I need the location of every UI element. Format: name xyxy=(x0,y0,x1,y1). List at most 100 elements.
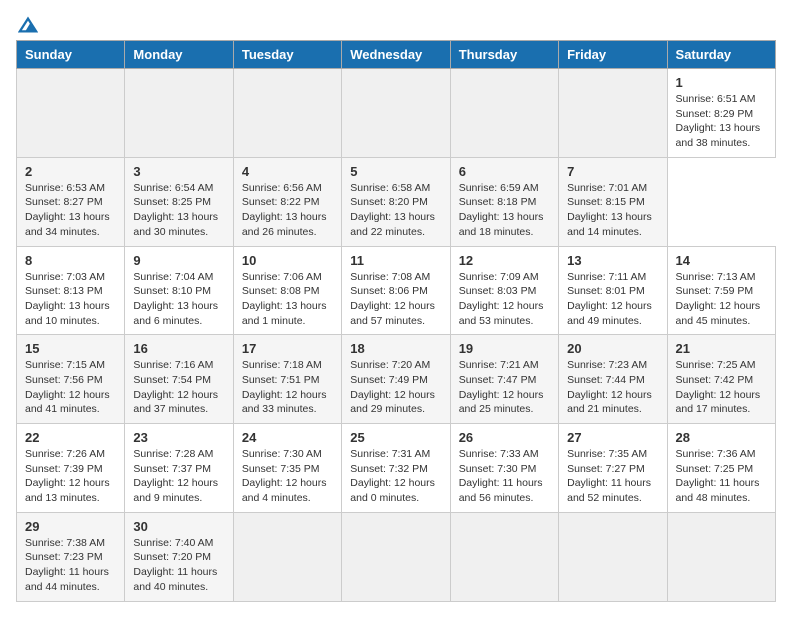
day-info: Sunrise: 7:36 AMSunset: 7:25 PMDaylight:… xyxy=(676,447,767,506)
day-number: 19 xyxy=(459,341,550,356)
calendar-cell xyxy=(233,69,341,158)
day-number: 9 xyxy=(133,253,224,268)
calendar-cell: 14 Sunrise: 7:13 AMSunset: 7:59 PMDayligh… xyxy=(667,246,775,335)
calendar-cell: 22 Sunrise: 7:26 AMSunset: 7:39 PMDayligh… xyxy=(17,424,125,513)
day-info: Sunrise: 7:13 AMSunset: 7:59 PMDaylight:… xyxy=(676,270,767,329)
day-info: Sunrise: 6:59 AMSunset: 8:18 PMDaylight:… xyxy=(459,181,550,240)
calendar-cell: 18 Sunrise: 7:20 AMSunset: 7:49 PMDayligh… xyxy=(342,335,450,424)
calendar-week-row: 2Sunrise: 6:53 AMSunset: 8:27 PMDaylight… xyxy=(17,157,776,246)
day-number: 20 xyxy=(567,341,658,356)
calendar-cell: 23Sunrise: 7:28 AMSunset: 7:37 PMDayligh… xyxy=(125,424,233,513)
calendar-cell: 6Sunrise: 6:59 AMSunset: 8:18 PMDaylight… xyxy=(450,157,558,246)
calendar-cell: 12 Sunrise: 7:09 AMSunset: 8:03 PMDayligh… xyxy=(450,246,558,335)
calendar-cell: 8 Sunrise: 7:03 AMSunset: 8:13 PMDaylight… xyxy=(17,246,125,335)
day-number: 8 xyxy=(25,253,116,268)
calendar-cell: 11 Sunrise: 7:08 AMSunset: 8:06 PMDayligh… xyxy=(342,246,450,335)
calendar-cell xyxy=(342,69,450,158)
calendar-cell xyxy=(125,69,233,158)
calendar-cell: 5Sunrise: 6:58 AMSunset: 8:20 PMDaylight… xyxy=(342,157,450,246)
calendar-cell: 10 Sunrise: 7:06 AMSunset: 8:08 PMDayligh… xyxy=(233,246,341,335)
calendar-cell xyxy=(559,69,667,158)
day-number: 18 xyxy=(350,341,441,356)
calendar-header-tuesday: Tuesday xyxy=(233,41,341,69)
day-number: 28 xyxy=(676,430,767,445)
calendar-week-row: 22 Sunrise: 7:26 AMSunset: 7:39 PMDayligh… xyxy=(17,424,776,513)
calendar-cell xyxy=(667,512,775,601)
day-number: 15 xyxy=(25,341,116,356)
calendar-cell xyxy=(233,512,341,601)
day-info: Sunrise: 7:21 AMSunset: 7:47 PMDaylight:… xyxy=(459,358,550,417)
calendar-cell: 7 Sunrise: 7:01 AMSunset: 8:15 PMDaylight… xyxy=(559,157,667,246)
calendar-cell: 4 Sunrise: 6:56 AMSunset: 8:22 PMDaylight… xyxy=(233,157,341,246)
calendar-cell: 20Sunrise: 7:23 AMSunset: 7:44 PMDayligh… xyxy=(559,335,667,424)
day-info: Sunrise: 7:28 AMSunset: 7:37 PMDaylight:… xyxy=(133,447,224,506)
day-info: Sunrise: 7:09 AMSunset: 8:03 PMDaylight:… xyxy=(459,270,550,329)
day-number: 12 xyxy=(459,253,550,268)
day-number: 22 xyxy=(25,430,116,445)
day-info: Sunrise: 7:33 AMSunset: 7:30 PMDaylight:… xyxy=(459,447,550,506)
calendar-table: SundayMondayTuesdayWednesdayThursdayFrid… xyxy=(16,40,776,602)
calendar-cell: 13 Sunrise: 7:11 AMSunset: 8:01 PMDayligh… xyxy=(559,246,667,335)
day-number: 7 xyxy=(567,164,658,179)
day-number: 30 xyxy=(133,519,224,534)
day-number: 24 xyxy=(242,430,333,445)
header xyxy=(16,16,776,32)
day-info: Sunrise: 6:56 AMSunset: 8:22 PMDaylight:… xyxy=(242,181,333,240)
day-number: 26 xyxy=(459,430,550,445)
calendar-cell: 19 Sunrise: 7:21 AMSunset: 7:47 PMDayligh… xyxy=(450,335,558,424)
day-number: 29 xyxy=(25,519,116,534)
calendar-cell: 9 Sunrise: 7:04 AMSunset: 8:10 PMDaylight… xyxy=(125,246,233,335)
calendar-cell xyxy=(342,512,450,601)
day-info: Sunrise: 6:54 AMSunset: 8:25 PMDaylight:… xyxy=(133,181,224,240)
day-number: 21 xyxy=(676,341,767,356)
day-number: 25 xyxy=(350,430,441,445)
calendar-cell: 15Sunrise: 7:15 AMSunset: 7:56 PMDayligh… xyxy=(17,335,125,424)
calendar-cell: 17 Sunrise: 7:18 AMSunset: 7:51 PMDayligh… xyxy=(233,335,341,424)
day-info: Sunrise: 6:53 AMSunset: 8:27 PMDaylight:… xyxy=(25,181,116,240)
calendar-week-row: 8 Sunrise: 7:03 AMSunset: 8:13 PMDaylight… xyxy=(17,246,776,335)
calendar-cell xyxy=(450,512,558,601)
day-info: Sunrise: 7:31 AMSunset: 7:32 PMDaylight:… xyxy=(350,447,441,506)
day-info: Sunrise: 7:04 AMSunset: 8:10 PMDaylight:… xyxy=(133,270,224,329)
day-info: Sunrise: 7:38 AMSunset: 7:23 PMDaylight:… xyxy=(25,536,116,595)
calendar-cell: 21Sunrise: 7:25 AMSunset: 7:42 PMDayligh… xyxy=(667,335,775,424)
calendar-header-wednesday: Wednesday xyxy=(342,41,450,69)
day-info: Sunrise: 7:03 AMSunset: 8:13 PMDaylight:… xyxy=(25,270,116,329)
day-number: 16 xyxy=(133,341,224,356)
day-info: Sunrise: 7:35 AMSunset: 7:27 PMDaylight:… xyxy=(567,447,658,506)
day-number: 14 xyxy=(676,253,767,268)
calendar-header-friday: Friday xyxy=(559,41,667,69)
calendar-header-monday: Monday xyxy=(125,41,233,69)
day-info: Sunrise: 7:18 AMSunset: 7:51 PMDaylight:… xyxy=(242,358,333,417)
calendar-header-row: SundayMondayTuesdayWednesdayThursdayFrid… xyxy=(17,41,776,69)
calendar-cell: 2Sunrise: 6:53 AMSunset: 8:27 PMDaylight… xyxy=(17,157,125,246)
calendar-cell: 25 Sunrise: 7:31 AMSunset: 7:32 PMDayligh… xyxy=(342,424,450,513)
calendar-cell xyxy=(450,69,558,158)
day-info: Sunrise: 7:30 AMSunset: 7:35 PMDaylight:… xyxy=(242,447,333,506)
day-info: Sunrise: 7:01 AMSunset: 8:15 PMDaylight:… xyxy=(567,181,658,240)
day-number: 4 xyxy=(242,164,333,179)
calendar-header-sunday: Sunday xyxy=(17,41,125,69)
calendar-cell: 26 Sunrise: 7:33 AMSunset: 7:30 PMDayligh… xyxy=(450,424,558,513)
day-info: Sunrise: 7:16 AMSunset: 7:54 PMDaylight:… xyxy=(133,358,224,417)
calendar-week-row: 1 Sunrise: 6:51 AMSunset: 8:29 PMDaylight… xyxy=(17,69,776,158)
calendar-cell: 28 Sunrise: 7:36 AMSunset: 7:25 PMDayligh… xyxy=(667,424,775,513)
logo xyxy=(16,16,38,32)
day-info: Sunrise: 7:06 AMSunset: 8:08 PMDaylight:… xyxy=(242,270,333,329)
calendar-header-saturday: Saturday xyxy=(667,41,775,69)
day-info: Sunrise: 7:08 AMSunset: 8:06 PMDaylight:… xyxy=(350,270,441,329)
day-number: 1 xyxy=(676,75,767,90)
day-number: 5 xyxy=(350,164,441,179)
calendar-week-row: 15Sunrise: 7:15 AMSunset: 7:56 PMDayligh… xyxy=(17,335,776,424)
day-number: 17 xyxy=(242,341,333,356)
day-number: 11 xyxy=(350,253,441,268)
day-info: Sunrise: 6:51 AMSunset: 8:29 PMDaylight:… xyxy=(676,92,767,151)
day-info: Sunrise: 7:20 AMSunset: 7:49 PMDaylight:… xyxy=(350,358,441,417)
day-number: 13 xyxy=(567,253,658,268)
day-number: 10 xyxy=(242,253,333,268)
calendar-cell: 30Sunrise: 7:40 AMSunset: 7:20 PMDayligh… xyxy=(125,512,233,601)
day-info: Sunrise: 7:11 AMSunset: 8:01 PMDaylight:… xyxy=(567,270,658,329)
calendar-header-thursday: Thursday xyxy=(450,41,558,69)
day-number: 27 xyxy=(567,430,658,445)
day-info: Sunrise: 7:26 AMSunset: 7:39 PMDaylight:… xyxy=(25,447,116,506)
